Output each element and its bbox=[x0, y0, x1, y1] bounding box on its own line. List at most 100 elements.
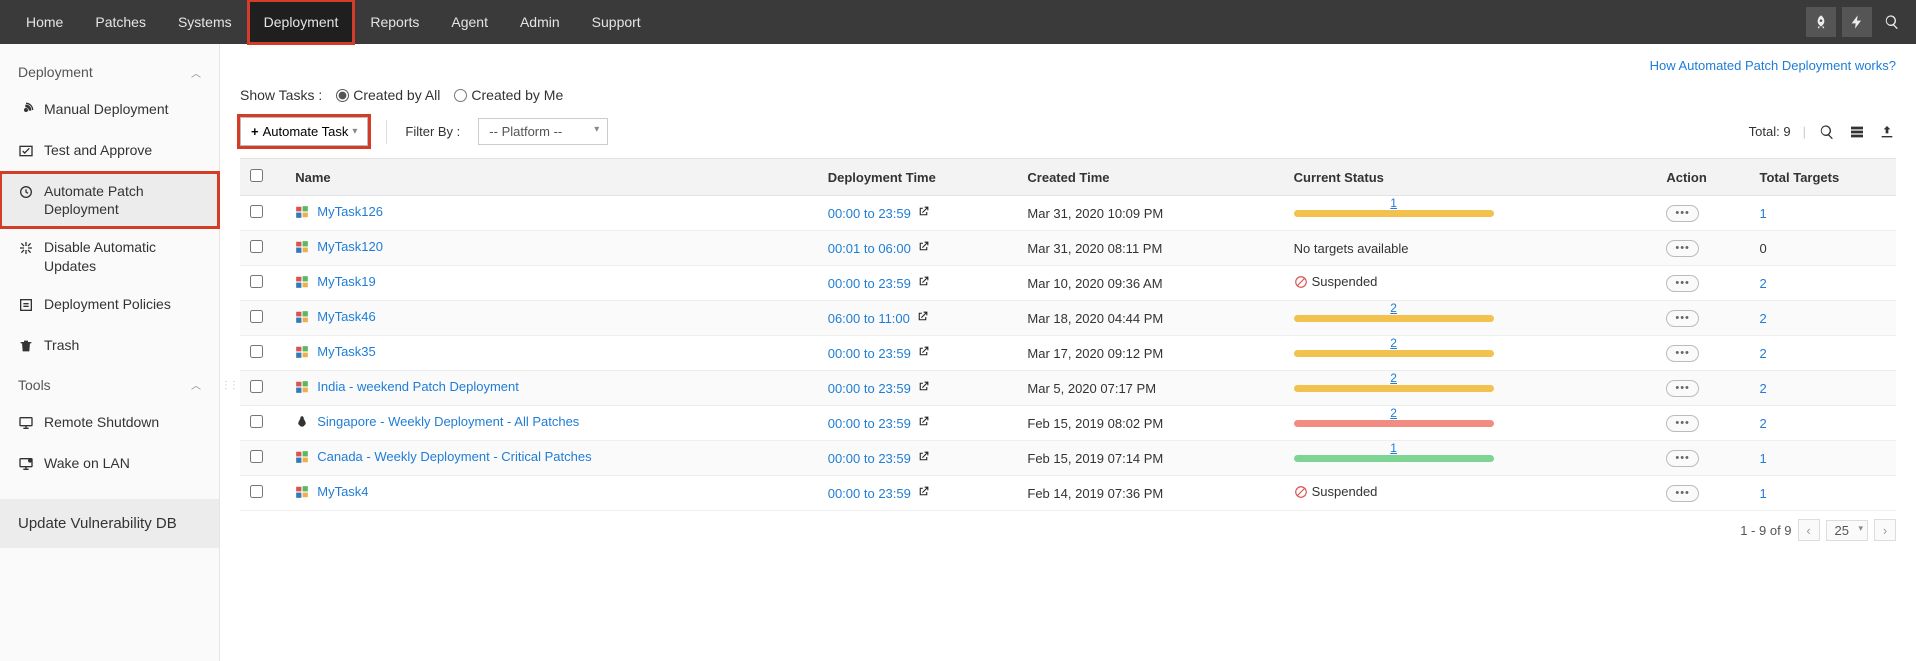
sidebar-item-manual-deployment[interactable]: Manual Deployment bbox=[0, 90, 219, 131]
external-link-icon[interactable] bbox=[917, 380, 930, 393]
topnav-item-systems[interactable]: Systems bbox=[162, 0, 248, 44]
sidebar-item-trash[interactable]: Trash bbox=[0, 326, 219, 367]
page-size-select[interactable]: 25 bbox=[1826, 520, 1868, 541]
task-name-link[interactable]: Singapore - Weekly Deployment - All Patc… bbox=[317, 414, 579, 429]
external-link-icon[interactable] bbox=[917, 415, 930, 428]
row-action-menu[interactable]: ••• bbox=[1666, 415, 1699, 432]
external-link-icon[interactable] bbox=[917, 275, 930, 288]
task-name-link[interactable]: MyTask120 bbox=[317, 239, 383, 254]
total-targets-link[interactable]: 1 bbox=[1760, 486, 1767, 501]
total-targets-link[interactable]: 2 bbox=[1760, 311, 1767, 326]
radio-created-by-me-input[interactable] bbox=[454, 89, 467, 102]
topnav-item-patches[interactable]: Patches bbox=[79, 0, 162, 44]
deployment-time-link[interactable]: 00:00 to 23:59 bbox=[828, 346, 911, 361]
sidebar-item-automate-patch-deployment[interactable]: Automate Patch Deployment bbox=[0, 172, 219, 228]
task-name-link[interactable]: Canada - Weekly Deployment - Critical Pa… bbox=[317, 449, 591, 464]
row-action-menu[interactable]: ••• bbox=[1666, 310, 1699, 327]
row-checkbox[interactable] bbox=[250, 485, 263, 498]
row-action-menu[interactable]: ••• bbox=[1666, 450, 1699, 467]
topnav-item-agent[interactable]: Agent bbox=[435, 0, 504, 44]
row-checkbox[interactable] bbox=[250, 240, 263, 253]
external-link-icon[interactable] bbox=[917, 240, 930, 253]
help-link[interactable]: How Automated Patch Deployment works? bbox=[1650, 58, 1896, 73]
task-name-link[interactable]: India - weekend Patch Deployment bbox=[317, 379, 519, 394]
topnav-item-support[interactable]: Support bbox=[576, 0, 657, 44]
external-link-icon[interactable] bbox=[916, 310, 929, 323]
row-checkbox[interactable] bbox=[250, 345, 263, 358]
total-targets-link[interactable]: 1 bbox=[1760, 451, 1767, 466]
progress-value[interactable]: 1 bbox=[1390, 441, 1397, 455]
progress-bar[interactable]: 1 bbox=[1294, 210, 1494, 217]
total-targets-link[interactable]: 2 bbox=[1760, 346, 1767, 361]
total-targets-link[interactable]: 1 bbox=[1760, 206, 1767, 221]
deployment-time-link[interactable]: 00:00 to 23:59 bbox=[828, 276, 911, 291]
progress-value[interactable]: 2 bbox=[1390, 371, 1397, 385]
topnav-item-reports[interactable]: Reports bbox=[354, 0, 435, 44]
external-link-icon[interactable] bbox=[917, 345, 930, 358]
rocket-icon[interactable] bbox=[1806, 7, 1836, 37]
external-link-icon[interactable] bbox=[917, 205, 930, 218]
progress-bar[interactable]: 1 bbox=[1294, 455, 1494, 462]
external-link-icon[interactable] bbox=[917, 450, 930, 463]
total-targets-link[interactable]: 2 bbox=[1760, 416, 1767, 431]
sidebar-item-remote-shutdown[interactable]: Remote Shutdown bbox=[0, 403, 219, 444]
deployment-time-link[interactable]: 00:00 to 23:59 bbox=[828, 381, 911, 396]
progress-value[interactable]: 2 bbox=[1390, 301, 1397, 315]
task-name-link[interactable]: MyTask4 bbox=[317, 484, 368, 499]
topnav-item-admin[interactable]: Admin bbox=[504, 0, 576, 44]
row-action-menu[interactable]: ••• bbox=[1666, 345, 1699, 362]
sidebar-item-disable-automatic-updates[interactable]: Disable Automatic Updates bbox=[0, 228, 219, 284]
deployment-time-link[interactable]: 00:01 to 06:00 bbox=[828, 241, 911, 256]
deployment-time-link[interactable]: 00:00 to 23:59 bbox=[828, 486, 911, 501]
topnav-item-home[interactable]: Home bbox=[10, 0, 79, 44]
progress-bar[interactable]: 2 bbox=[1294, 385, 1494, 392]
row-checkbox[interactable] bbox=[250, 205, 263, 218]
platform-filter-select[interactable]: -- Platform -- bbox=[478, 118, 608, 145]
progress-bar[interactable]: 2 bbox=[1294, 315, 1494, 322]
sidebar-section-tools[interactable]: Tools ︿ bbox=[0, 367, 219, 403]
row-action-menu[interactable]: ••• bbox=[1666, 275, 1699, 292]
table-columns-icon[interactable] bbox=[1848, 123, 1866, 141]
task-name-link[interactable]: MyTask19 bbox=[317, 274, 376, 289]
deployment-time-link[interactable]: 00:00 to 23:59 bbox=[828, 416, 911, 431]
deployment-time-link[interactable]: 00:00 to 23:59 bbox=[828, 451, 911, 466]
page-prev-button[interactable]: ‹ bbox=[1798, 519, 1820, 541]
radio-created-by-me[interactable]: Created by Me bbox=[454, 87, 563, 103]
external-link-icon[interactable] bbox=[917, 485, 930, 498]
task-name-link[interactable]: MyTask35 bbox=[317, 344, 376, 359]
row-checkbox[interactable] bbox=[250, 380, 263, 393]
sidebar-item-wake-on-lan[interactable]: Wake on LAN bbox=[0, 444, 219, 485]
sidebar-item-test-and-approve[interactable]: Test and Approve bbox=[0, 131, 219, 172]
progress-bar[interactable]: 2 bbox=[1294, 420, 1494, 427]
row-action-menu[interactable]: ••• bbox=[1666, 240, 1699, 257]
progress-value[interactable]: 2 bbox=[1390, 406, 1397, 420]
progress-value[interactable]: 2 bbox=[1390, 336, 1397, 350]
row-checkbox[interactable] bbox=[250, 415, 263, 428]
progress-bar[interactable]: 2 bbox=[1294, 350, 1494, 357]
sidebar-section-deployment[interactable]: Deployment ︿ bbox=[0, 54, 219, 90]
task-name-link[interactable]: MyTask46 bbox=[317, 309, 376, 324]
radio-created-by-all[interactable]: Created by All bbox=[336, 87, 440, 103]
page-next-button[interactable]: › bbox=[1874, 519, 1896, 541]
total-targets-link[interactable]: 2 bbox=[1760, 381, 1767, 396]
row-checkbox[interactable] bbox=[250, 310, 263, 323]
lightning-icon[interactable] bbox=[1842, 7, 1872, 37]
deployment-time-link[interactable]: 06:00 to 11:00 bbox=[828, 311, 910, 326]
sidebar-item-deployment-policies[interactable]: Deployment Policies bbox=[0, 285, 219, 326]
row-action-menu[interactable]: ••• bbox=[1666, 205, 1699, 222]
deployment-time-link[interactable]: 00:00 to 23:59 bbox=[828, 206, 911, 221]
row-checkbox[interactable] bbox=[250, 275, 263, 288]
topnav-item-deployment[interactable]: Deployment bbox=[248, 0, 355, 44]
task-name-link[interactable]: MyTask126 bbox=[317, 204, 383, 219]
row-action-menu[interactable]: ••• bbox=[1666, 380, 1699, 397]
update-vulnerability-db[interactable]: Update Vulnerability DB bbox=[0, 499, 219, 548]
total-targets-link[interactable]: 2 bbox=[1760, 276, 1767, 291]
select-all-checkbox[interactable] bbox=[250, 169, 263, 182]
radio-created-by-all-input[interactable] bbox=[336, 89, 349, 102]
row-action-menu[interactable]: ••• bbox=[1666, 485, 1699, 502]
export-icon[interactable] bbox=[1878, 123, 1896, 141]
automate-task-button[interactable]: + Automate Task ▾ bbox=[240, 117, 368, 146]
search-icon[interactable] bbox=[1878, 7, 1906, 37]
row-checkbox[interactable] bbox=[250, 450, 263, 463]
progress-value[interactable]: 1 bbox=[1390, 196, 1397, 210]
